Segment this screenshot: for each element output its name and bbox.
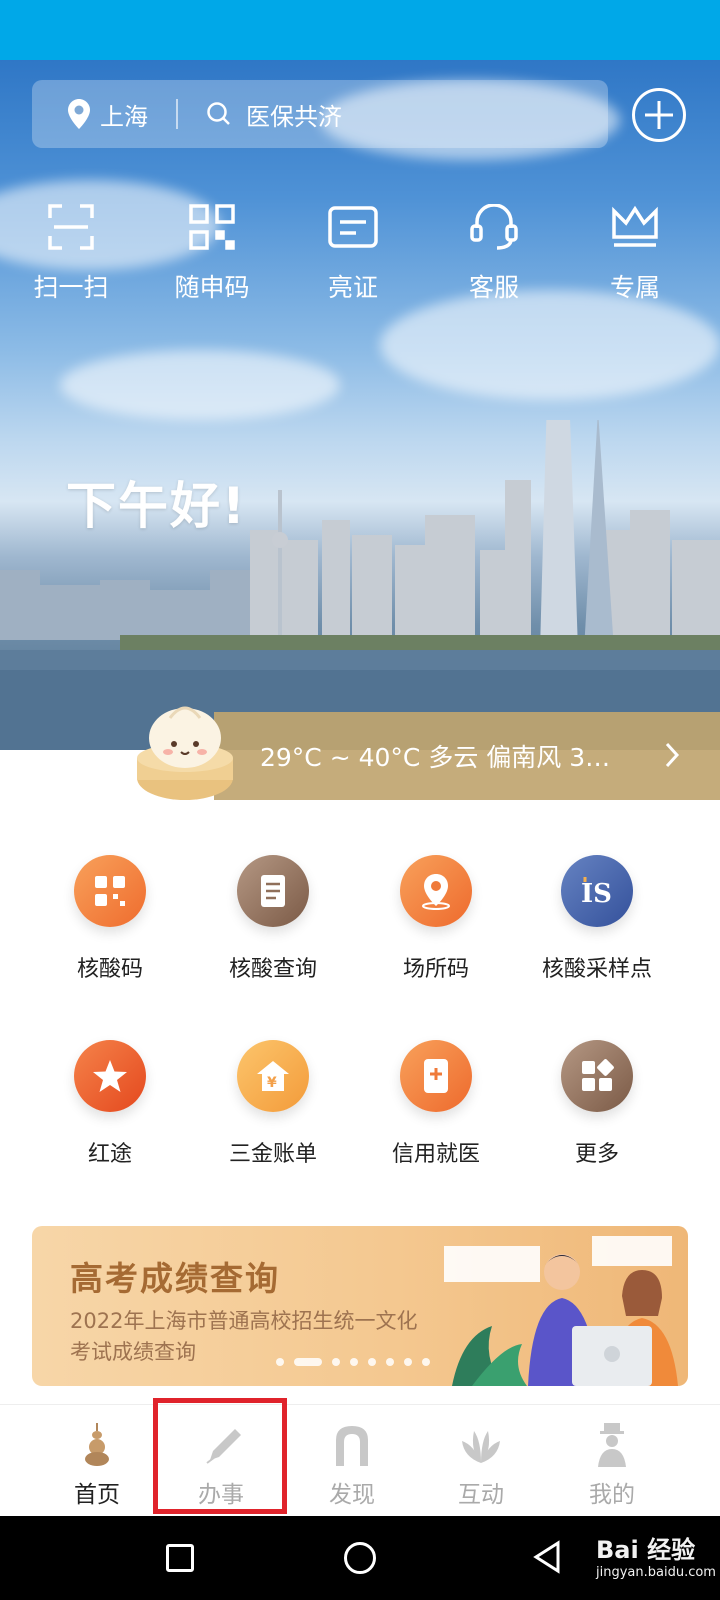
magnolia-icon	[462, 1431, 500, 1463]
service-icon-circle	[561, 1040, 633, 1112]
pagoda-icon	[85, 1423, 109, 1466]
tab-profile[interactable]: 我的	[546, 1405, 678, 1517]
quick-action-label: 扫一扫	[33, 273, 109, 302]
watermark-domain: jingyan.baidu.com	[596, 1565, 716, 1580]
service-label: 核酸采样点	[541, 957, 652, 982]
location-pin-icon	[68, 99, 90, 129]
watermark-logo: Bai 经验 jingyan.baidu.com	[596, 1530, 716, 1580]
weather-text: 29°C ~ 40°C 多云 偏南风 3…	[260, 743, 611, 772]
service-label: 三金账单	[228, 1142, 317, 1167]
quick-action-id-card[interactable]: 亮证	[288, 200, 418, 304]
crown-icon	[612, 205, 658, 247]
is-logo-icon: IS	[581, 877, 612, 909]
phone-medical-icon	[424, 1059, 448, 1093]
search-divider	[176, 99, 178, 129]
search-input[interactable]: 医保共济	[206, 97, 342, 132]
search-text: 医保共济	[246, 102, 342, 131]
headset-icon	[470, 204, 518, 250]
search-icon	[207, 102, 230, 125]
tab-label: 我的	[589, 1482, 635, 1508]
service-label: 核酸查询	[228, 957, 317, 982]
search-bar[interactable]: 上海 医保共济	[32, 80, 608, 148]
quick-action-label: 客服	[468, 273, 519, 302]
service-venue-code[interactable]: 场所码	[356, 855, 516, 983]
location-label: 上海	[100, 102, 148, 131]
add-button[interactable]	[632, 88, 686, 142]
service-icon-circle: IS	[561, 855, 633, 927]
service-credit-medical[interactable]: 信用就医	[356, 1040, 516, 1168]
service-icon-circle	[74, 1040, 146, 1112]
back-button[interactable]	[532, 1540, 562, 1574]
apps-icon	[582, 1059, 614, 1091]
arch-icon	[336, 1426, 368, 1466]
banner-title: 高考成绩查询	[70, 1259, 280, 1298]
id-card-icon	[328, 206, 378, 248]
star-icon	[93, 1060, 127, 1092]
bun-mascot-icon	[137, 706, 233, 800]
quick-actions: 扫一扫 随申码 亮证 客服 专属	[0, 200, 720, 310]
home-button[interactable]	[344, 1542, 376, 1574]
service-label: 红途	[87, 1142, 132, 1167]
service-red-route[interactable]: 红途	[30, 1040, 190, 1168]
tab-label: 发现	[329, 1482, 375, 1508]
location-pin-icon	[422, 874, 450, 910]
service-icon-circle	[237, 855, 309, 927]
service-three-funds[interactable]: ¥ 三金账单	[193, 1040, 353, 1168]
chevron-right-icon	[665, 742, 680, 768]
watermark-brand: Bai 经验	[596, 1536, 696, 1564]
svg-text:IS: IS	[581, 879, 612, 909]
tab-discover[interactable]: 发现	[286, 1405, 418, 1517]
weather-bar[interactable]: 29°C ~ 40°C 多云 偏南风 3…	[214, 712, 720, 800]
service-label: 更多	[574, 1142, 619, 1167]
highlight-annotation-box	[153, 1398, 287, 1514]
greeting-text: 下午好!	[66, 477, 247, 535]
tab-label: 互动	[458, 1482, 504, 1508]
banner-pagination	[276, 1358, 440, 1366]
location-selector[interactable]: 上海	[68, 97, 148, 132]
promo-banner[interactable]: 高考成绩查询 2022年上海市普通高校招生统一文化考试成绩查询	[32, 1226, 688, 1386]
recent-apps-button[interactable]	[166, 1544, 194, 1572]
qr-code-icon	[189, 204, 235, 250]
tab-home[interactable]: 首页	[31, 1405, 163, 1517]
banner-illustration	[444, 1236, 678, 1386]
person-icon	[598, 1423, 626, 1467]
quick-action-exclusive[interactable]: 专属	[570, 200, 700, 304]
service-icon-circle: ¥	[237, 1040, 309, 1112]
service-nucleic-query[interactable]: 核酸查询	[193, 855, 353, 983]
quick-action-qr[interactable]: 随申码	[147, 200, 277, 304]
service-more[interactable]: 更多	[517, 1040, 677, 1168]
bottom-tab-bar: 首页 办事 发现 互动 我的	[0, 1404, 720, 1517]
service-icon-circle	[74, 855, 146, 927]
service-sampling-site[interactable]: IS 核酸采样点	[517, 855, 677, 983]
service-label: 核酸码	[76, 957, 143, 982]
status-bar	[0, 0, 720, 60]
yuan-house-icon: ¥	[257, 1061, 289, 1091]
tab-label: 首页	[74, 1482, 120, 1508]
scan-icon	[48, 204, 94, 250]
service-label: 信用就医	[391, 1142, 480, 1167]
hero-banner	[0, 60, 720, 750]
quick-action-label: 随申码	[174, 273, 250, 302]
tab-interact[interactable]: 互动	[415, 1405, 547, 1517]
svg-text:¥: ¥	[267, 1075, 277, 1091]
service-icon-circle	[400, 1040, 472, 1112]
service-icon-circle	[400, 855, 472, 927]
service-label: 场所码	[402, 957, 469, 982]
quick-action-label: 亮证	[327, 273, 378, 302]
service-nucleic-code[interactable]: 核酸码	[30, 855, 190, 983]
quick-action-label: 专属	[609, 273, 660, 302]
quick-action-service[interactable]: 客服	[429, 200, 559, 304]
quick-action-scan[interactable]: 扫一扫	[6, 200, 136, 304]
grid-qr-icon	[95, 876, 125, 906]
document-icon	[261, 875, 285, 907]
